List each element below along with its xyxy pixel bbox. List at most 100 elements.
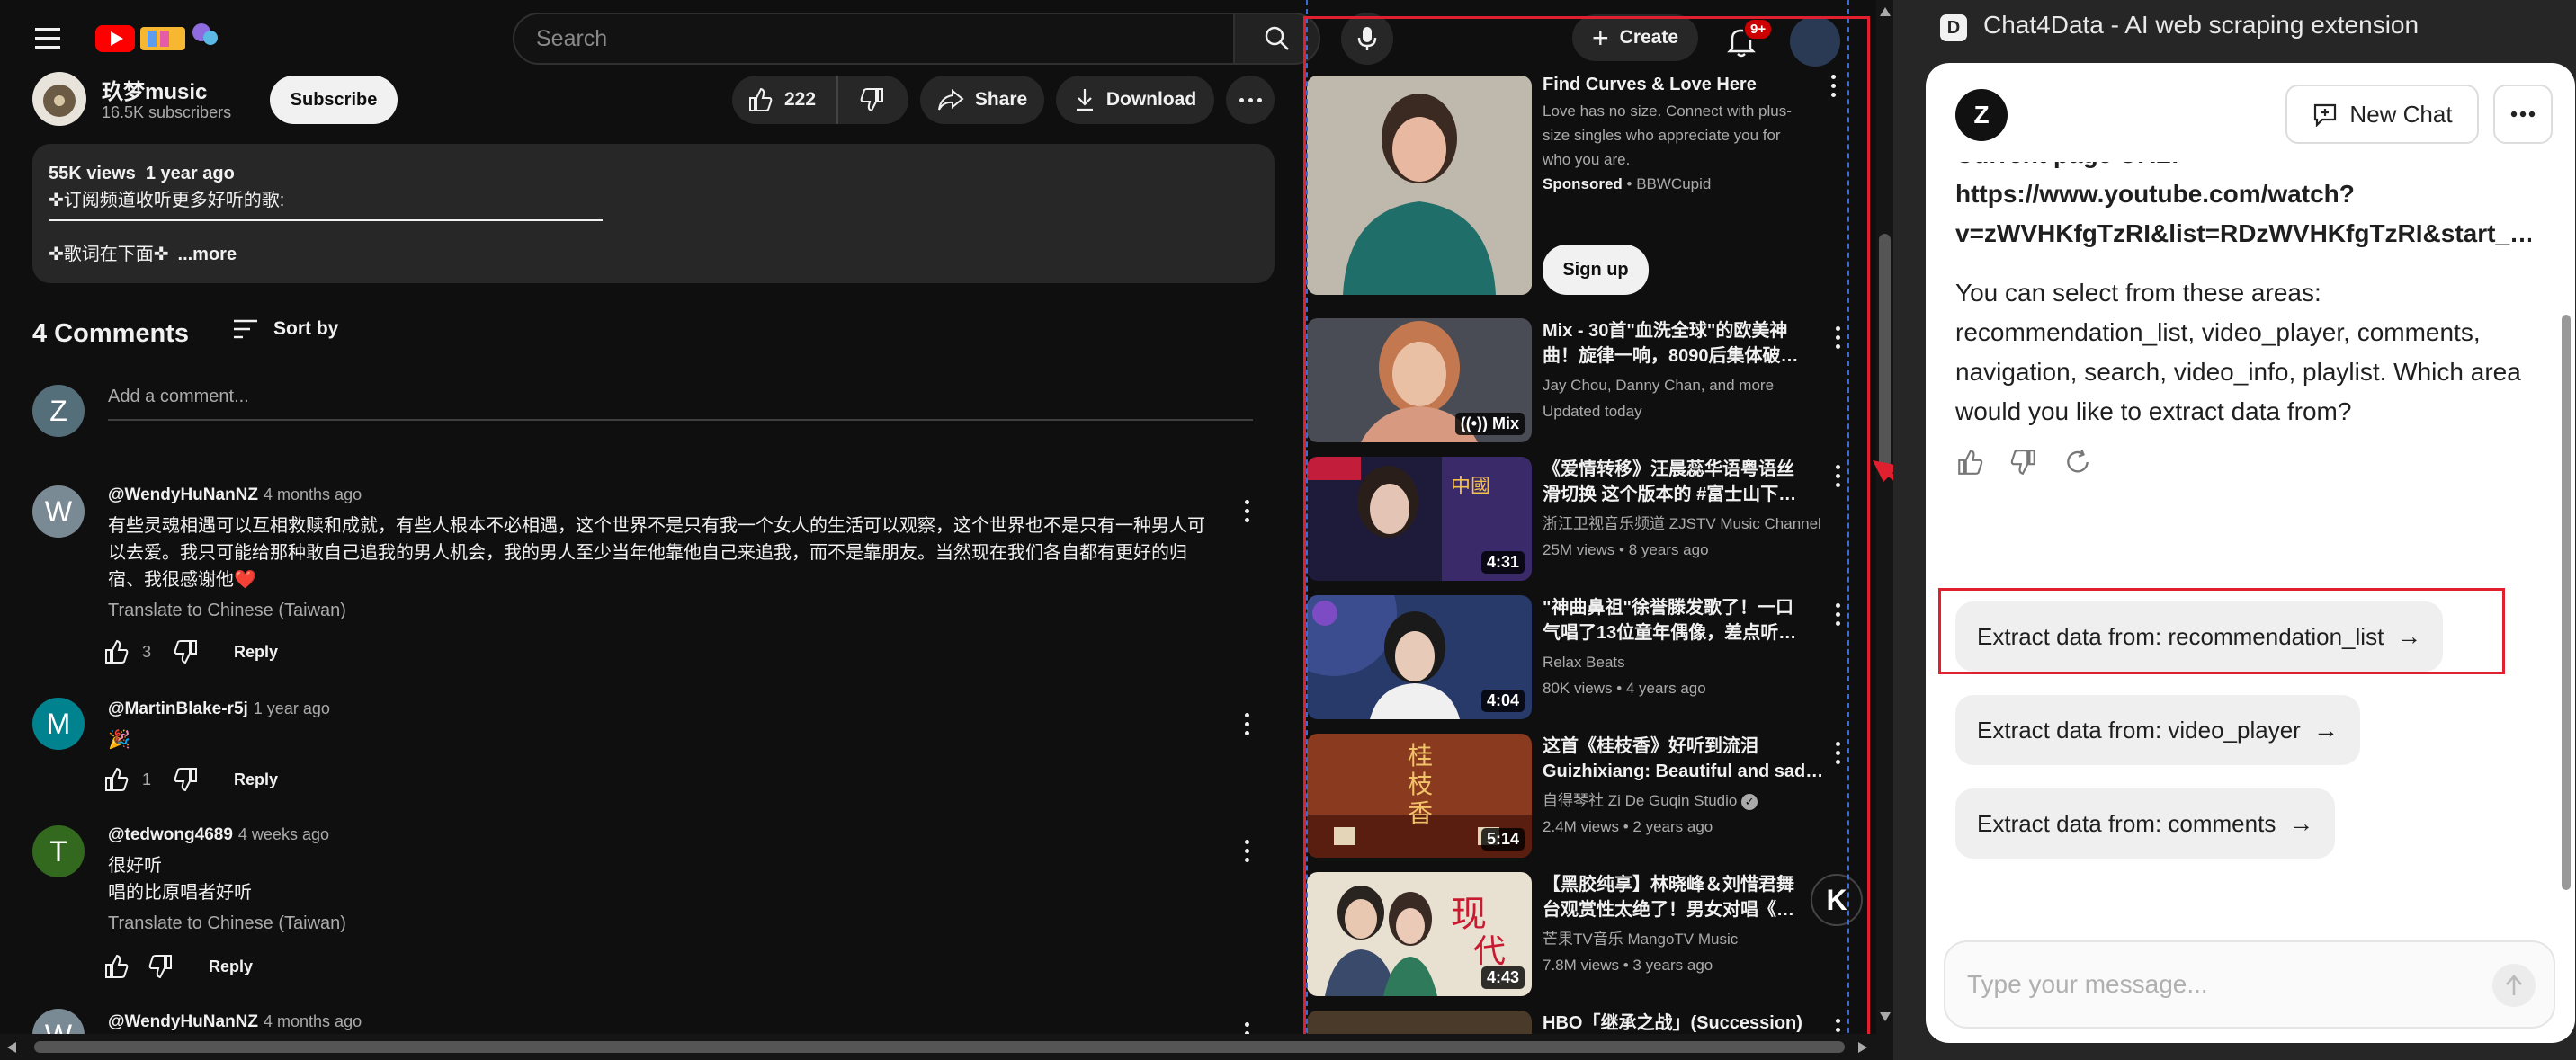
subscribe-button[interactable]: Subscribe	[270, 76, 398, 124]
create-button[interactable]: + Create	[1572, 14, 1698, 61]
recommendation-item[interactable]: 现代 4:43 【黑胶纯享】林晓峰＆刘惜君舞 台观赏性太绝了！男女对唱《… 芒果…	[1307, 872, 1863, 1003]
reply-button[interactable]: Reply	[209, 958, 253, 976]
video-title[interactable]: 曲！旋律一响，8090后集体破…	[1543, 343, 1826, 369]
horizontal-scrollbar[interactable]	[0, 1034, 1876, 1060]
video-title[interactable]: Mix - 30首"血洗全球"的欧美神	[1543, 318, 1826, 343]
search-input[interactable]: Search	[513, 13, 1235, 65]
assistant-message-line: would you like to extract data from?	[1955, 397, 2352, 425]
comment-menu-button[interactable]	[1238, 710, 1256, 737]
new-chat-button[interactable]: New Chat	[2285, 85, 2479, 144]
download-button[interactable]: Download	[1056, 76, 1214, 124]
comment-author[interactable]: @WendyHuNanNZ 4 months ago	[108, 1012, 362, 1032]
voice-search-button[interactable]	[1341, 13, 1393, 65]
video-menu-button[interactable]	[1829, 601, 1847, 628]
thumbs-down-icon[interactable]	[173, 766, 200, 793]
message-input[interactable]: Type your message...	[1944, 940, 2555, 1029]
channel-avatar[interactable]	[32, 72, 86, 126]
scroll-left-arrow[interactable]	[7, 1042, 16, 1053]
dislike-button[interactable]	[838, 76, 907, 124]
thumbs-up-icon[interactable]	[103, 638, 130, 665]
suggestion-video-player[interactable]: Extract data from: video_player →	[1955, 695, 2360, 765]
comment-author[interactable]: @WendyHuNanNZ 4 months ago	[108, 485, 362, 505]
comment-author[interactable]: @tedwong4689 4 weeks ago	[108, 825, 329, 845]
recommendation-item[interactable]: 中國 4:31 《爱情转移》汪晨蕊华语粤语丝 滑切换 这个版本的 #富士山下… …	[1307, 457, 1847, 588]
more-options-button[interactable]	[2493, 85, 2553, 144]
video-menu-button[interactable]	[1829, 462, 1847, 489]
commenter-avatar[interactable]: T	[32, 825, 85, 877]
thumbs-up-icon[interactable]	[1955, 448, 1984, 477]
recommendation-item[interactable]: 4:04 "神曲鼻祖"徐誉滕发歌了！一口 气唱了13位童年偶像，差点听… Rel…	[1307, 595, 1847, 726]
video-thumbnail[interactable]: ((•)) Mix	[1307, 318, 1532, 442]
scroll-down-arrow[interactable]	[1880, 1012, 1891, 1021]
ad-signup-button[interactable]: Sign up	[1543, 245, 1649, 295]
comment-actions: 1 Reply	[103, 766, 278, 793]
scroll-thumb[interactable]	[1879, 234, 1891, 468]
add-comment-input[interactable]: Add a comment...	[108, 387, 1253, 421]
scroll-thumb[interactable]	[34, 1041, 1845, 1053]
thumbs-up-icon[interactable]	[103, 953, 130, 980]
commenter-avatar[interactable]: W	[32, 485, 85, 538]
show-more-link[interactable]: ...more	[178, 241, 237, 268]
channel-name[interactable]: 玖梦music	[102, 74, 207, 105]
like-button[interactable]: 222	[732, 76, 838, 124]
suggestion-comments[interactable]: Extract data from: comments →	[1955, 788, 2336, 859]
ad-title[interactable]: Find Curves & Love Here	[1543, 72, 1826, 97]
ad-text: who you are.	[1543, 151, 1631, 168]
video-title[interactable]: "神曲鼻祖"徐誉滕发歌了！一口	[1543, 595, 1826, 620]
translate-link[interactable]: Translate to Chinese (Taiwan)	[108, 913, 346, 934]
video-menu-button[interactable]	[1829, 739, 1847, 766]
ad-item[interactable]: Find Curves & Love Here Love has no size…	[1307, 72, 1847, 306]
kimi-floating-button[interactable]: K	[1811, 874, 1863, 926]
video-thumbnail[interactable]: 中國 4:31	[1307, 457, 1532, 581]
commenter-avatar[interactable]: M	[32, 698, 85, 750]
video-thumbnail[interactable]: 桂枝香 5:14	[1307, 734, 1532, 858]
regenerate-icon[interactable]	[2063, 448, 2092, 477]
video-menu-button[interactable]	[1829, 324, 1847, 351]
thumbs-down-icon[interactable]	[2009, 448, 2038, 477]
video-title[interactable]: 台观赏性太绝了！男女对唱《…	[1543, 897, 1826, 922]
video-title[interactable]: 《爱情转移》汪晨蕊华语粤语丝	[1543, 457, 1826, 482]
my-avatar: Z	[32, 385, 85, 437]
more-actions-button[interactable]	[1226, 76, 1275, 124]
scroll-up-arrow[interactable]	[1880, 7, 1891, 16]
ad-menu-button[interactable]	[1824, 72, 1842, 99]
video-title[interactable]: HBO「继承之战」(Succession)	[1543, 1011, 1826, 1036]
share-button[interactable]: Share	[920, 76, 1044, 124]
video-description[interactable]: 55K views 1 year ago ✜订阅频道收听更多好听的歌: ✜歌词在…	[32, 144, 1275, 283]
arrow-up-icon	[2506, 975, 2522, 995]
video-title[interactable]: Guizhixiang: Beautiful and sad…	[1543, 759, 1826, 784]
comment-menu-button[interactable]	[1238, 497, 1256, 524]
recommendation-item[interactable]: ((•)) Mix Mix - 30首"血洗全球"的欧美神 曲！旋律一响，809…	[1307, 318, 1847, 450]
reply-button[interactable]: Reply	[234, 771, 278, 789]
comment-author[interactable]: @MartinBlake-r5j 1 year ago	[108, 699, 330, 719]
scroll-right-arrow[interactable]	[1858, 1042, 1867, 1053]
video-title[interactable]: 【黑胶纯享】林晓峰＆刘惜君舞	[1543, 872, 1826, 897]
thumbs-down-icon[interactable]	[173, 638, 200, 665]
send-button[interactable]	[2492, 964, 2536, 1007]
ad-thumbnail[interactable]	[1307, 76, 1532, 295]
ad-text: Love has no size. Connect with plus-	[1543, 102, 1792, 120]
youtube-logo[interactable]	[95, 22, 219, 54]
video-meta: 25M views • 8 years ago	[1543, 541, 1709, 558]
comment-menu-button[interactable]	[1238, 837, 1256, 864]
recommendation-item[interactable]: 桂枝香 5:14 这首《桂枝香》好听到流泪 Guizhixiang: Beaut…	[1307, 734, 1847, 865]
vertical-scrollbar[interactable]	[1876, 0, 1893, 1060]
video-channel: 芒果TV音乐 MangoTV Music	[1543, 931, 1739, 948]
video-title[interactable]: 滑切换 这个版本的 #富士山下…	[1543, 482, 1826, 507]
reply-button[interactable]: Reply	[234, 643, 278, 662]
account-avatar[interactable]	[1790, 16, 1840, 67]
sort-by-button[interactable]: Sort by	[232, 318, 338, 340]
thumbs-down-icon[interactable]	[148, 953, 174, 980]
video-title[interactable]: 这首《桂枝香》好听到流泪	[1543, 734, 1826, 759]
notifications-button[interactable]: 9+	[1720, 18, 1774, 61]
video-thumbnail[interactable]: 4:04	[1307, 595, 1532, 719]
translate-link[interactable]: Translate to Chinese (Taiwan)	[108, 601, 346, 621]
microphone-icon	[1357, 27, 1377, 50]
youtube-page: Search + Create 9+ 玖梦music 16.5K subscri…	[0, 0, 1893, 1060]
menu-icon[interactable]	[27, 20, 68, 56]
video-title[interactable]: 气唱了13位童年偶像，差点听…	[1543, 620, 1826, 646]
video-thumbnail[interactable]: 现代 4:43	[1307, 872, 1532, 996]
description-stats: 55K views 1 year ago	[49, 164, 235, 183]
chat-scrollbar-thumb[interactable]	[2562, 315, 2571, 890]
thumbs-up-icon[interactable]	[103, 766, 130, 793]
